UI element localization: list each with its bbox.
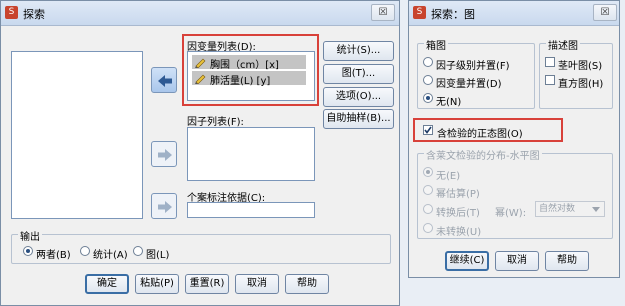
- arrow-right-icon: [158, 201, 172, 213]
- descriptive-group-title: 描述图: [546, 37, 580, 52]
- output-both-label[interactable]: 两者(B): [36, 246, 71, 261]
- output-statistics-label[interactable]: 统计(A): [93, 246, 128, 261]
- app-icon: S: [5, 6, 18, 19]
- continue-button[interactable]: 继续(C): [445, 251, 489, 271]
- arrow-right-icon: [158, 149, 172, 161]
- transformed-label[interactable]: 转换后(T): [436, 204, 480, 219]
- histogram-checkbox[interactable]: [545, 75, 555, 85]
- help-button[interactable]: 帮助: [285, 274, 329, 294]
- boxplot-factor-radio[interactable]: [423, 57, 433, 67]
- chevron-down-icon: [592, 207, 600, 212]
- plots-button[interactable]: 图(T)...: [323, 64, 394, 84]
- boxplot-factor-label[interactable]: 因子级别并置(F): [436, 57, 510, 72]
- output-group-title: 输出: [18, 228, 42, 243]
- plots-titlebar: S 探索：图 ☒: [409, 1, 619, 26]
- arrow-left-icon: [158, 75, 172, 87]
- stem-leaf-label[interactable]: 茎叶图(S): [558, 57, 602, 72]
- power-label: 幂(W):: [495, 208, 527, 219]
- stem-leaf-checkbox[interactable]: [545, 57, 555, 67]
- move-to-dependent-button[interactable]: [151, 67, 177, 93]
- transformed-radio[interactable]: [423, 204, 433, 214]
- levene-none-radio[interactable]: [423, 167, 433, 177]
- boxplot-group-title: 箱图: [424, 37, 448, 52]
- reset-button[interactable]: 重置(R): [185, 274, 229, 294]
- factor-list-label: 因子列表(F):: [187, 117, 244, 128]
- histogram-label[interactable]: 直方图(H): [558, 75, 603, 90]
- levene-group-title: 含莱文检验的分布-水平图: [424, 147, 542, 162]
- normality-highlight: [413, 118, 563, 142]
- bootstrap-button[interactable]: 自助抽样(B)...: [323, 109, 394, 129]
- ok-button[interactable]: 确定: [85, 274, 129, 294]
- move-to-factor-button[interactable]: [151, 141, 177, 167]
- close-button[interactable]: ☒: [371, 4, 395, 21]
- power-select-value: 自然对数: [539, 204, 576, 214]
- move-to-case-label-button[interactable]: [151, 193, 177, 219]
- explore-dialog: S 探索 ☒ 因变量列表(D): 胸围（cm）[x] 肺活量(L) [y] 因子…: [0, 0, 400, 306]
- options-button[interactable]: 选项(O)...: [323, 87, 394, 107]
- explore-titlebar: S 探索 ☒: [1, 1, 399, 26]
- factor-list[interactable]: [187, 127, 315, 181]
- boxplot-none-radio[interactable]: [423, 93, 433, 103]
- plots-title: 探索：图: [431, 8, 475, 21]
- boxplot-dependent-label[interactable]: 因变量并置(D): [436, 75, 502, 90]
- output-plots-label[interactable]: 图(L): [146, 246, 169, 261]
- power-estimate-radio[interactable]: [423, 185, 433, 195]
- power-estimate-label[interactable]: 幂估算(P): [436, 185, 480, 200]
- statistics-button[interactable]: 统计(S)...: [323, 41, 394, 61]
- paste-button[interactable]: 粘贴(P): [135, 274, 179, 294]
- output-both-radio[interactable]: [23, 246, 33, 256]
- output-statistics-radio[interactable]: [80, 246, 90, 256]
- plots-help-button[interactable]: 帮助: [545, 251, 589, 271]
- explore-title: 探索: [23, 8, 45, 21]
- output-plots-radio[interactable]: [133, 246, 143, 256]
- power-select[interactable]: 自然对数: [535, 201, 605, 217]
- dependent-highlight: [182, 34, 319, 106]
- app-icon: S: [413, 6, 426, 19]
- boxplot-dependent-radio[interactable]: [423, 75, 433, 85]
- levene-none-label[interactable]: 无(E): [436, 167, 460, 182]
- plots-cancel-button[interactable]: 取消: [495, 251, 539, 271]
- untransformed-radio[interactable]: [423, 223, 433, 233]
- source-variable-list[interactable]: [11, 51, 143, 219]
- cancel-button[interactable]: 取消: [235, 274, 279, 294]
- plots-close-button[interactable]: ☒: [593, 4, 617, 21]
- explore-plots-dialog: S 探索：图 ☒ 箱图 因子级别并置(F) 因变量并置(D) 无(N) 描述图 …: [408, 0, 620, 278]
- boxplot-none-label[interactable]: 无(N): [436, 93, 461, 108]
- untransformed-label[interactable]: 未转换(U): [436, 223, 481, 238]
- case-label-field[interactable]: [187, 202, 315, 218]
